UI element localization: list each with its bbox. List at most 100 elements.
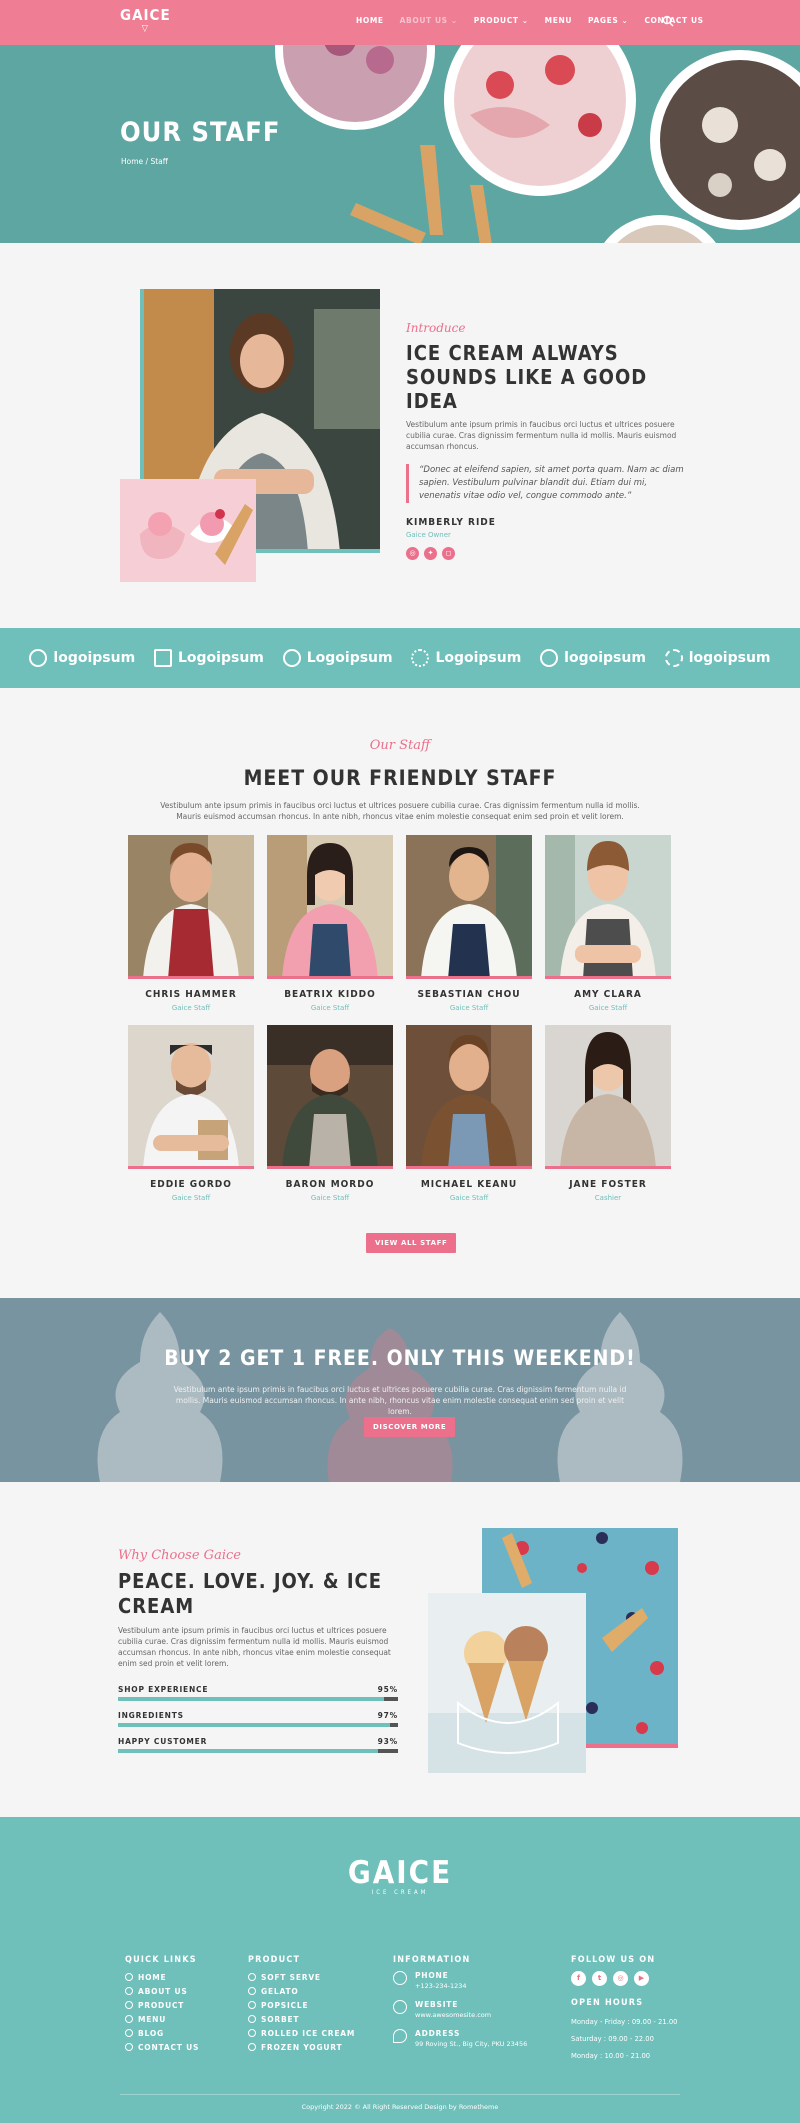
website-link[interactable]: www.awesomesite.com — [415, 2011, 491, 2019]
staff-role: Gaice Staff — [588, 1004, 628, 1012]
phone-info: PHONE +123-234-1234 — [393, 1971, 527, 1990]
footer-link[interactable]: PRODUCT — [125, 1999, 199, 2013]
check-circle-icon — [125, 2029, 133, 2037]
hours-row: Monday - Friday : 09.00 - 21.00 — [571, 2018, 678, 2026]
staff-card[interactable]: MICHAEL KEANU Gaice Staff — [406, 1025, 532, 1215]
staff-photo — [406, 1025, 532, 1169]
instagram-icon[interactable]: ◻ — [442, 547, 455, 560]
staff-card[interactable]: BEATRIX KIDDO Gaice Staff — [267, 835, 393, 1025]
staff-name: EDDIE GORDO — [150, 1179, 232, 1190]
footer-link[interactable]: POPSICLE — [248, 1999, 355, 2013]
map-pin-icon — [393, 2029, 407, 2043]
staff-card[interactable]: AMY CLARA Gaice Staff — [545, 835, 671, 1025]
check-circle-icon — [125, 2001, 133, 2009]
progress-fill — [118, 1697, 384, 1701]
intro-section: Introduce ICE CREAM ALWAYS SOUNDS LIKE A… — [0, 243, 800, 628]
page-title: OUR STAFF — [120, 117, 281, 148]
hours-title: OPEN HOURS — [571, 1998, 644, 2008]
hours-row: Saturday : 09.00 - 22.00 — [571, 2035, 654, 2043]
logo-mark-icon — [282, 649, 301, 667]
footer-link[interactable]: ROLLED ICE CREAM — [248, 2027, 355, 2041]
staff-name: JANE FOSTER — [569, 1179, 647, 1190]
footer-link[interactable]: HOME — [125, 1971, 199, 1985]
copyright: Copyright 2022 © All Right Reserved Desi… — [301, 2103, 499, 2111]
twitter-icon[interactable]: ✦ — [424, 547, 437, 560]
staff-card[interactable]: JANE FOSTER Cashier — [545, 1025, 671, 1215]
website-info: WEBSITE www.awesomesite.com — [393, 2000, 527, 2019]
staff-role: Gaice Staff — [171, 1004, 211, 1012]
search-icon[interactable] — [662, 15, 674, 27]
partner-logo[interactable]: Logoipsum — [154, 649, 264, 667]
footer-link[interactable]: CONTACT US — [125, 2041, 199, 2055]
why-choose-section: Why Choose Gaice PEACE. LOVE. JOY. & ICE… — [0, 1482, 800, 1817]
site-logo[interactable]: GAICE ▽ — [120, 8, 171, 36]
check-circle-icon — [248, 2001, 256, 2009]
progress-value: 95% — [377, 1685, 398, 1694]
site-header: GAICE ▽ HOME ABOUT US ⌄ PRODUCT ⌄ MENU P… — [0, 0, 800, 45]
dribbble-icon[interactable]: ◎ — [406, 547, 419, 560]
promo-heading: BUY 2 GET 1 FREE. ONLY THIS WEEKEND! — [164, 1346, 636, 1370]
footer-logo[interactable]: GAICE ICE CREAM — [0, 1857, 800, 1897]
intro-paragraph: Vestibulum ante ipsum primis in faucibus… — [406, 420, 677, 451]
logo-mark-icon — [664, 649, 683, 667]
footer-divider — [120, 2094, 680, 2095]
staff-photo — [267, 1025, 393, 1169]
nav-about-us[interactable]: ABOUT US ⌄ — [400, 16, 458, 25]
quick-links-title: QUICK LINKS — [125, 1955, 197, 1965]
staff-card[interactable]: EDDIE GORDO Gaice Staff — [128, 1025, 254, 1215]
footer-link[interactable]: ABOUT US — [125, 1985, 199, 1999]
promo-paragraph: Vestibulum ante ipsum primis in faucibus… — [173, 1385, 627, 1416]
footer-link[interactable]: MENU — [125, 2013, 199, 2027]
phone-number[interactable]: +123-234-1234 — [415, 1982, 467, 1990]
nav-product[interactable]: PRODUCT ⌄ — [474, 16, 529, 25]
staff-role: Gaice Staff — [171, 1194, 211, 1202]
progress-label: HAPPY CUSTOMER — [118, 1737, 208, 1746]
discover-more-button[interactable]: DISCOVER MORE — [364, 1417, 456, 1437]
footer-logo-tagline: ICE CREAM — [371, 1889, 429, 1896]
footer-link[interactable]: FROZEN YOGURT — [248, 2041, 355, 2055]
view-all-staff-button[interactable]: VIEW ALL STAFF — [366, 1233, 457, 1253]
nav-contact-us[interactable]: CONTACT US — [644, 16, 703, 25]
nav-home[interactable]: HOME — [356, 16, 384, 25]
partner-logo[interactable]: Logoipsum — [282, 649, 393, 667]
youtube-icon[interactable]: ▶ — [634, 1971, 649, 1986]
progress-value: 97% — [377, 1711, 398, 1720]
footer-link[interactable]: GELATO — [248, 1985, 355, 1999]
progress-fill — [118, 1723, 390, 1727]
owner-role: Gaice Owner — [406, 531, 451, 539]
partner-logo[interactable]: logoipsum — [664, 649, 771, 667]
check-circle-icon — [248, 1987, 256, 1995]
staff-role: Gaice Staff — [449, 1194, 489, 1202]
staff-card[interactable]: BARON MORDO Gaice Staff — [267, 1025, 393, 1215]
breadcrumb[interactable]: Home / Staff — [121, 157, 168, 166]
partner-logo[interactable]: logoipsum — [29, 649, 135, 667]
main-nav: HOME ABOUT US ⌄ PRODUCT ⌄ MENU PAGES ⌄ C… — [356, 16, 704, 25]
logo-mark-icon — [540, 649, 559, 667]
partner-logo[interactable]: logoipsum — [540, 649, 646, 667]
facebook-icon[interactable]: f — [571, 1971, 586, 1986]
footer-link[interactable]: SORBET — [248, 2013, 355, 2027]
address-info: ADDRESS 99 Roving St., Big City, PKU 2345… — [393, 2029, 527, 2048]
footer-link[interactable]: SOFT SERVE — [248, 1971, 355, 1985]
progress-label: INGREDIENTS — [118, 1711, 184, 1720]
staff-paragraph: Vestibulum ante ipsum primis in faucibus… — [160, 801, 640, 821]
owner-socials: ◎ ✦ ◻ — [406, 547, 686, 560]
quick-links: QUICK LINKS HOME ABOUT US PRODUCT MENU B… — [125, 1955, 199, 2055]
staff-card[interactable]: SEBASTIAN CHOU Gaice Staff — [406, 835, 532, 1025]
nav-pages[interactable]: PAGES ⌄ — [588, 16, 628, 25]
staff-name: MICHAEL KEANU — [420, 1179, 518, 1190]
ice-cream-cone-photo — [120, 479, 256, 582]
nav-menu[interactable]: MENU — [545, 16, 572, 25]
staff-card[interactable]: CHRIS HAMMER Gaice Staff — [128, 835, 254, 1025]
progress-happy-customer: HAPPY CUSTOMER 93% — [118, 1737, 398, 1753]
instagram-icon[interactable]: ◎ — [613, 1971, 628, 1986]
staff-role: Gaice Staff — [310, 1194, 350, 1202]
why-text: Why Choose Gaice PEACE. LOVE. JOY. & ICE… — [118, 1548, 398, 1753]
staff-photo — [545, 1025, 671, 1169]
staff-name: CHRIS HAMMER — [145, 989, 237, 1000]
partner-logo[interactable]: Logoipsum — [411, 649, 521, 667]
check-circle-icon — [248, 2029, 256, 2037]
footer-link[interactable]: BLOG — [125, 2027, 199, 2041]
twitter-icon[interactable]: t — [592, 1971, 607, 1986]
staff-name: BARON MORDO — [285, 1179, 375, 1190]
